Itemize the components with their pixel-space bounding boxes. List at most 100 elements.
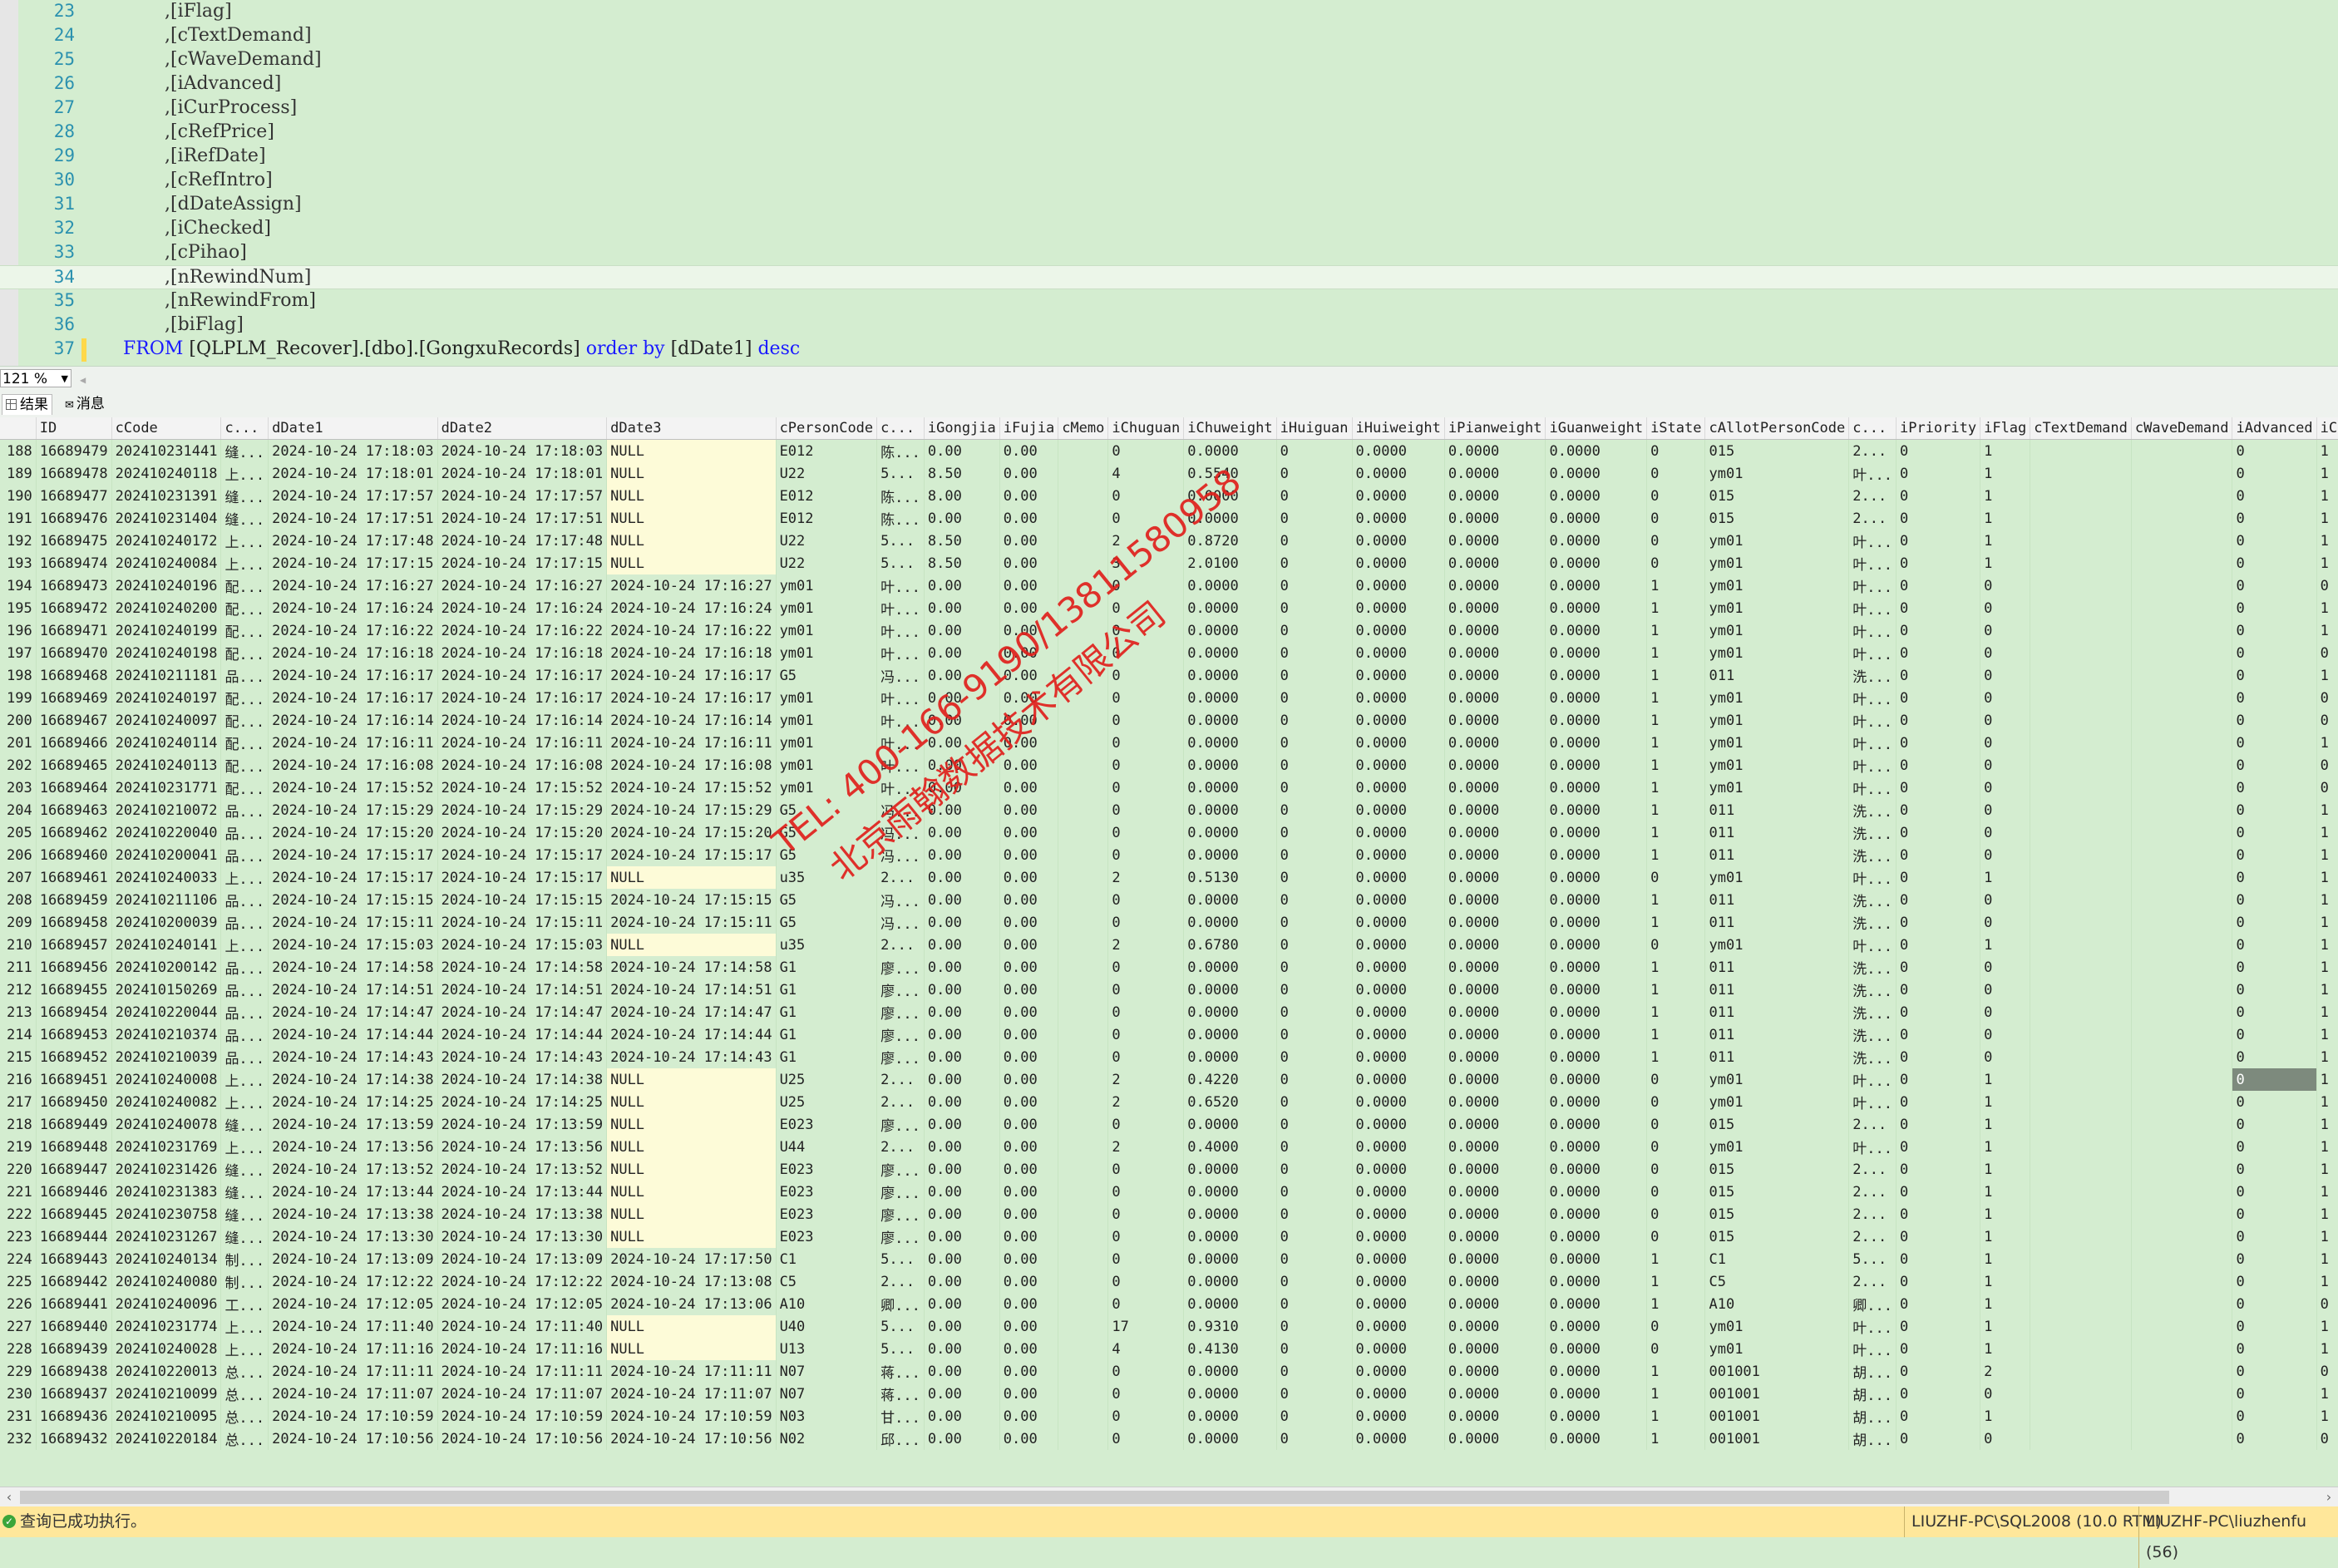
table-cell[interactable]: 0 [1276, 530, 1353, 552]
table-cell[interactable]: 0.0000 [1352, 956, 1445, 979]
table-cell[interactable]: 0.0000 [1545, 1427, 1648, 1450]
table-cell[interactable]: 0.00 [999, 1203, 1059, 1225]
table-cell[interactable] [2030, 1248, 2132, 1270]
table-row[interactable]: 206 16689460 202410200041 品... 2024-10-24 17… [0, 844, 2338, 866]
table-cell[interactable] [2131, 1181, 2233, 1203]
table-cell[interactable]: 叶... [1848, 574, 1897, 597]
table-cell[interactable]: ym01 [1704, 1068, 1850, 1091]
table-cell[interactable]: U22 [776, 462, 878, 485]
table-cell[interactable]: 缝... [220, 1181, 269, 1203]
table-cell[interactable] [2030, 1383, 2132, 1405]
row-number[interactable]: 188 [0, 439, 37, 462]
table-cell[interactable]: 015 [1704, 1203, 1850, 1225]
table-cell[interactable]: 0 [2232, 462, 2317, 485]
table-cell[interactable]: 0 [1896, 911, 1981, 934]
table-cell[interactable]: E023 [776, 1203, 878, 1225]
table-cell[interactable]: 1 [2316, 552, 2338, 574]
table-cell[interactable]: 0.0000 [1352, 1158, 1445, 1181]
table-cell[interactable]: 2... [1848, 507, 1897, 530]
table-cell[interactable]: 总... [220, 1405, 269, 1427]
table-cell[interactable]: ym01 [1704, 934, 1850, 956]
table-cell[interactable]: 1 [2316, 597, 2338, 619]
table-cell[interactable]: 16689475 [36, 530, 112, 552]
table-row[interactable]: 203 16689464 202410231771 配... 2024-10-24 17… [0, 777, 2338, 799]
row-number[interactable]: 190 [0, 485, 37, 507]
table-cell[interactable]: 0.0000 [1545, 934, 1648, 956]
table-cell[interactable]: 缝... [220, 507, 269, 530]
table-cell[interactable] [2030, 844, 2132, 866]
table-cell[interactable]: 叶... [1848, 687, 1897, 709]
row-number[interactable]: 215 [0, 1046, 37, 1068]
table-cell[interactable]: 0.00 [924, 439, 1000, 462]
table-cell[interactable]: 2024-10-24 17:11:16 [268, 1338, 438, 1360]
table-cell[interactable]: 0.0000 [1352, 911, 1445, 934]
table-cell[interactable]: 叶... [1848, 709, 1897, 732]
table-cell[interactable]: 0.0000 [1183, 1383, 1277, 1405]
table-cell[interactable]: 0.0000 [1545, 597, 1648, 619]
table-cell[interactable] [1058, 934, 1109, 956]
table-cell[interactable]: 2024-10-24 17:13:38 [437, 1203, 608, 1225]
table-cell[interactable]: 2024-10-24 17:11:40 [437, 1315, 608, 1338]
table-cell[interactable]: 0.0000 [1183, 1203, 1277, 1225]
table-cell[interactable]: 2024-10-24 17:13:30 [437, 1225, 608, 1248]
table-cell[interactable]: 011 [1704, 979, 1850, 1001]
table-cell[interactable]: 0 [1276, 956, 1353, 979]
table-cell[interactable]: 202410240084 [111, 552, 222, 574]
table-cell[interactable]: 1 [1980, 1068, 2031, 1091]
table-cell[interactable]: 0.0000 [1183, 1181, 1277, 1203]
column-header[interactable]: iCurProcess [2316, 417, 2338, 440]
column-header[interactable]: iChuweight [1183, 417, 1277, 440]
table-cell[interactable]: 16689467 [36, 709, 112, 732]
table-cell[interactable]: 陈... [876, 485, 925, 507]
table-cell[interactable]: 2024-10-24 17:16:11 [437, 732, 608, 754]
table-cell[interactable]: 202410240114 [111, 732, 222, 754]
table-cell[interactable]: 总... [220, 1383, 269, 1405]
table-cell[interactable]: 廖... [876, 1046, 925, 1068]
table-cell[interactable]: 0 [1980, 1023, 2031, 1046]
table-cell[interactable] [1058, 664, 1109, 687]
table-cell[interactable] [2131, 1405, 2233, 1427]
table-cell[interactable]: 0 [1276, 709, 1353, 732]
table-cell[interactable]: 叶... [1848, 1338, 1897, 1360]
table-cell[interactable]: 16689456 [36, 956, 112, 979]
scroll-left-icon[interactable]: ◀ [80, 374, 86, 386]
table-cell[interactable]: 0.00 [999, 956, 1059, 979]
table-cell[interactable]: 蒋... [876, 1383, 925, 1405]
table-row[interactable]: 222 16689445 202410230758 缝... 2024-10-24 17… [0, 1203, 2338, 1225]
table-cell[interactable]: 0 [1646, 507, 1706, 530]
table-cell[interactable]: 0 [2232, 1315, 2317, 1338]
table-cell[interactable]: 0.00 [924, 934, 1000, 956]
table-cell[interactable]: G5 [776, 799, 878, 821]
table-cell[interactable]: 0.00 [924, 754, 1000, 777]
table-cell[interactable]: 0 [1896, 597, 1981, 619]
table-row[interactable]: 190 16689477 202410231391 缝... 2024-10-24 17… [0, 485, 2338, 507]
column-header[interactable]: iHuiweight [1352, 417, 1445, 440]
table-cell[interactable]: 1 [1646, 574, 1706, 597]
table-cell[interactable] [2131, 1293, 2233, 1315]
table-cell[interactable]: 0 [2232, 1068, 2317, 1091]
table-cell[interactable] [2030, 1181, 2132, 1203]
table-cell[interactable]: 0 [1107, 597, 1185, 619]
table-cell[interactable]: 2024-10-24 17:15:20 [268, 821, 438, 844]
table-cell[interactable] [1058, 552, 1109, 574]
table-cell[interactable]: 0.00 [924, 889, 1000, 911]
table-cell[interactable]: 0.00 [924, 866, 1000, 889]
table-cell[interactable]: 1 [2316, 1225, 2338, 1248]
table-cell[interactable]: 0 [2232, 1136, 2317, 1158]
table-cell[interactable]: 0 [2232, 619, 2317, 642]
table-cell[interactable] [2131, 1248, 2233, 1270]
table-cell[interactable]: 0.0000 [1352, 1315, 1445, 1338]
table-cell[interactable]: 0.0000 [1444, 1293, 1546, 1315]
table-cell[interactable]: ym01 [1704, 1338, 1850, 1360]
table-cell[interactable]: 叶... [876, 619, 925, 642]
table-cell[interactable]: 2024-10-24 17:15:52 [437, 777, 608, 799]
row-number[interactable]: 226 [0, 1293, 37, 1315]
table-row[interactable]: 198 16689468 202410211181 品... 2024-10-24 17… [0, 664, 2338, 687]
table-cell[interactable]: 2024-10-24 17:16:08 [606, 754, 777, 777]
table-cell[interactable]: 1 [1646, 979, 1706, 1001]
table-cell[interactable]: NULL [606, 1068, 777, 1091]
table-cell[interactable]: ym01 [1704, 1136, 1850, 1158]
table-cell[interactable] [1058, 1001, 1109, 1023]
table-cell[interactable]: N07 [776, 1360, 878, 1383]
table-cell[interactable]: 0 [1896, 844, 1981, 866]
